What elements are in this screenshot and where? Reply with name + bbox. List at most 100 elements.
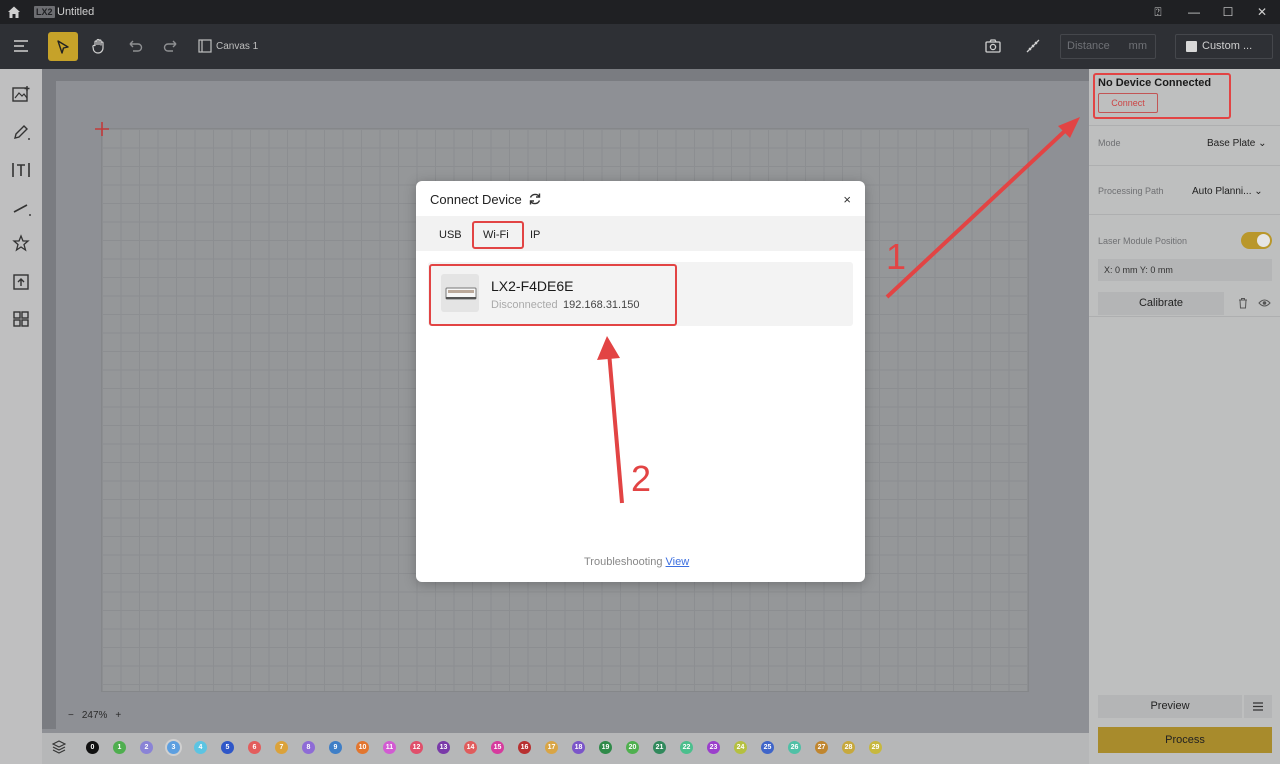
dialog-close-button[interactable]: ×	[843, 192, 851, 207]
layer-color-dot[interactable]: 27	[815, 741, 828, 754]
eye-icon[interactable]	[1258, 297, 1271, 309]
line-tool-icon[interactable]	[11, 198, 31, 218]
layer-color-dot[interactable]: 15	[491, 741, 504, 754]
layer-color-dot[interactable]: 17	[545, 741, 558, 754]
layer-color-dot[interactable]: 20	[626, 741, 639, 754]
minimize-button[interactable]: —	[1186, 4, 1202, 20]
divider	[1089, 214, 1280, 215]
tab-ip[interactable]: IP	[530, 229, 540, 241]
dialog-title: Connect Device	[430, 192, 522, 207]
processing-path-select[interactable]: Auto Planni... ⌄	[1192, 186, 1263, 197]
troubleshooting: Troubleshooting View	[584, 556, 689, 568]
redo-icon[interactable]	[160, 35, 182, 57]
shapes-icon[interactable]	[11, 234, 31, 254]
image-add-icon[interactable]	[11, 84, 31, 104]
layer-color-dot[interactable]: 13	[437, 741, 450, 754]
layer-color-dot[interactable]: 6	[248, 741, 261, 754]
annotation-number-2: 2	[631, 458, 652, 499]
text-tool-icon[interactable]	[11, 160, 31, 180]
position-readout: X: 0 mm Y: 0 mm	[1098, 259, 1272, 281]
divider	[1089, 165, 1280, 166]
mode-value: Base Plate	[1207, 138, 1256, 149]
layer-color-dot[interactable]: 29	[869, 741, 882, 754]
layer-color-dot[interactable]: 18	[572, 741, 585, 754]
canvas-name[interactable]: Canvas 1	[216, 41, 258, 52]
undo-icon[interactable]	[124, 35, 146, 57]
layer-color-dot[interactable]: 9	[329, 741, 342, 754]
layer-color-dot[interactable]: 1	[113, 741, 126, 754]
annotation-highlight-connect	[1093, 73, 1231, 119]
layer-color-dot[interactable]: 26	[788, 741, 801, 754]
measure-icon[interactable]	[1022, 35, 1044, 57]
layer-color-dot[interactable]: 8	[302, 741, 315, 754]
layer-color-dot[interactable]: 12	[410, 741, 423, 754]
layer-color-dot[interactable]: 3	[167, 741, 180, 754]
layer-color-dot[interactable]: 25	[761, 741, 774, 754]
custom-material-button[interactable]: Custom ...	[1175, 34, 1273, 59]
title-bar: LX2 Untitled ⍰ — ☐ ✕	[0, 0, 1280, 24]
vertical-ruler	[42, 69, 56, 729]
layer-color-dot[interactable]: 4	[194, 741, 207, 754]
distance-input[interactable]: Distance mm	[1060, 34, 1156, 59]
annotation-highlight-wifi	[472, 221, 524, 249]
apps-grid-icon[interactable]	[11, 309, 31, 329]
layer-color-dot[interactable]: 21	[653, 741, 666, 754]
tab-usb[interactable]: USB	[439, 229, 462, 241]
refresh-icon[interactable]	[528, 192, 542, 206]
layers-icon[interactable]	[52, 740, 66, 754]
import-icon[interactable]	[11, 272, 31, 292]
custom-label: Custom ...	[1202, 40, 1253, 52]
layer-color-dot[interactable]: 10	[356, 741, 369, 754]
layer-color-dot[interactable]: 5	[221, 741, 234, 754]
annotation-number-1: 1	[886, 236, 907, 277]
laser-module-toggle[interactable]	[1241, 232, 1272, 249]
horizontal-ruler	[42, 69, 1089, 81]
close-window-button[interactable]: ✕	[1254, 4, 1270, 20]
layer-color-dot[interactable]: 24	[734, 741, 747, 754]
process-button[interactable]: Process	[1098, 727, 1272, 753]
right-panel	[1089, 69, 1280, 764]
zoom-control: −247% +	[64, 710, 125, 721]
canvas-icon[interactable]	[194, 35, 216, 57]
zoom-out-button[interactable]: −	[68, 710, 74, 721]
processing-path-label: Processing Path	[1098, 186, 1164, 196]
divider	[1089, 316, 1280, 317]
cursor-arrow-icon	[57, 39, 69, 54]
home-icon[interactable]	[7, 5, 21, 19]
menu-icon[interactable]	[10, 35, 32, 57]
layer-color-dot[interactable]: 23	[707, 741, 720, 754]
laser-module-label: Laser Module Position	[1098, 236, 1188, 246]
maximize-button[interactable]: ☐	[1220, 4, 1236, 20]
troubleshooting-view-link[interactable]: View	[666, 556, 690, 568]
mode-select[interactable]: Base Plate ⌄	[1207, 138, 1267, 149]
zoom-in-button[interactable]: +	[115, 710, 121, 721]
hamburger-icon	[1253, 702, 1263, 711]
layer-color-dot[interactable]: 19	[599, 741, 612, 754]
layer-color-dot[interactable]: 0	[86, 741, 99, 754]
toolbar: Canvas 1 Distance mm Custom ...	[0, 24, 1280, 69]
select-tool-button[interactable]	[48, 32, 78, 61]
pen-icon[interactable]	[11, 122, 31, 142]
troubleshooting-text: Troubleshooting	[584, 556, 663, 568]
material-swatch-icon	[1186, 41, 1197, 52]
window-title: Untitled	[57, 6, 95, 18]
mode-label: Mode	[1098, 138, 1121, 148]
layer-color-dot[interactable]: 16	[518, 741, 531, 754]
layer-color-dot[interactable]: 14	[464, 741, 477, 754]
layer-color-dot[interactable]: 7	[275, 741, 288, 754]
processing-path-value: Auto Planni...	[1192, 186, 1252, 197]
preview-menu-button[interactable]	[1244, 695, 1272, 718]
layer-color-dot[interactable]: 22	[680, 741, 693, 754]
layer-color-dot[interactable]: 2	[140, 741, 153, 754]
divider	[1089, 125, 1280, 126]
app-logo: LX2	[34, 6, 55, 18]
hand-tool-icon[interactable]	[88, 35, 110, 57]
layer-color-dot[interactable]: 28	[842, 741, 855, 754]
zoom-level: 247%	[81, 710, 108, 721]
trash-icon[interactable]	[1237, 297, 1249, 309]
help-icon[interactable]: ⍰	[1150, 4, 1166, 20]
calibrate-button[interactable]: Calibrate	[1098, 292, 1224, 315]
camera-icon[interactable]	[982, 35, 1004, 57]
preview-button[interactable]: Preview	[1098, 695, 1242, 718]
layer-color-dot[interactable]: 11	[383, 741, 396, 754]
